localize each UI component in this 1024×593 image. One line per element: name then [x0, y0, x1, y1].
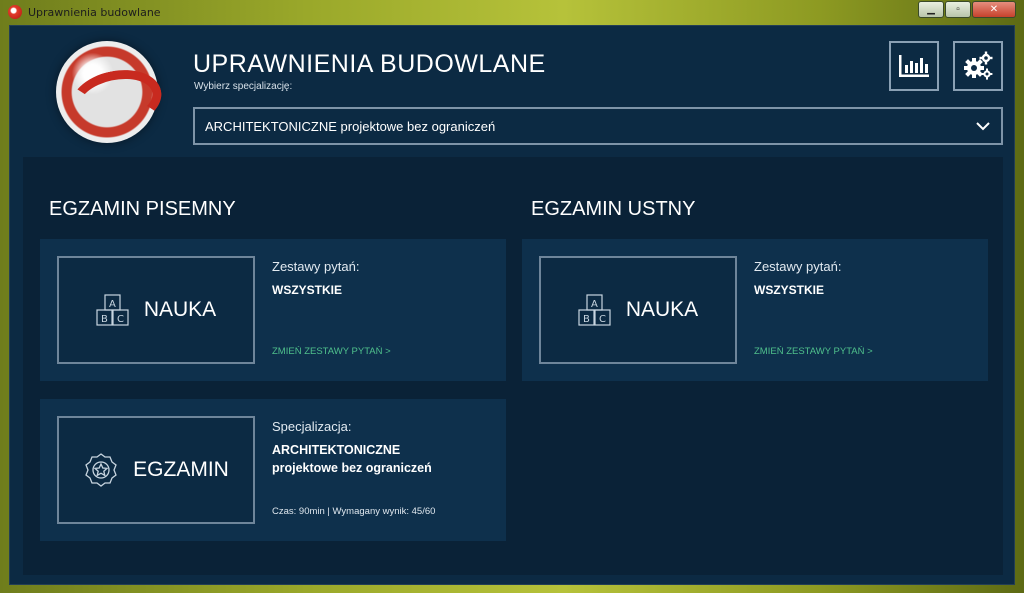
oral-exam-title: EGZAMIN USTNY — [531, 198, 696, 220]
svg-text:C: C — [117, 314, 124, 325]
exam-spec-line1: ARCHITEKTONICZNE — [272, 443, 401, 457]
window-controls: ▁ ▫ ✕ — [917, 1, 1016, 18]
written-study-card: ABC NAUKA Zestawy pytań: WSZYSTKIE ZMIEŃ… — [40, 239, 506, 381]
written-exam-card: EGZAMIN Specjalizacja: ARCHITEKTONICZNE … — [40, 399, 506, 541]
exam-spec-value: ARCHITEKTONICZNE projektowe bez ogranicz… — [272, 441, 432, 477]
oral-study-button[interactable]: ABC NAUKA — [539, 256, 737, 364]
svg-text:B: B — [101, 314, 108, 325]
settings-button[interactable] — [953, 41, 1003, 91]
maximize-button[interactable]: ▫ — [945, 1, 971, 18]
specialization-selected-value: ARCHITEKTONICZNE projektowe bez ogranicz… — [205, 118, 496, 134]
app-logo — [56, 41, 158, 143]
svg-text:A: A — [109, 299, 116, 310]
exams-panel: EGZAMIN PISEMNY ABC NAUKA Zestawy pytań:… — [23, 157, 1003, 575]
gears-icon — [964, 51, 993, 80]
specialization-select[interactable]: ARCHITEKTONICZNE projektowe bez ogranicz… — [193, 107, 1003, 145]
specialization-prompt: Wybierz specjalizację: — [194, 81, 293, 92]
written-exam-title: EGZAMIN PISEMNY — [49, 198, 236, 220]
oral-study-label: NAUKA — [625, 298, 699, 321]
oral-study-card: ABC NAUKA Zestawy pytań: WSZYSTKIE ZMIEŃ… — [522, 239, 988, 381]
window-titlebar: Uprawnienia budowlane ▁ ▫ ✕ — [0, 0, 1024, 24]
oral-sets-label: Zestawy pytań: — [754, 259, 842, 274]
statistics-button[interactable] — [889, 41, 939, 91]
abc-blocks-icon: AB C — [578, 294, 611, 326]
app-icon — [8, 5, 22, 19]
exam-spec-label: Specjalizacja: — [272, 419, 352, 434]
award-badge-icon — [85, 453, 117, 487]
oral-sets-value: WSZYSTKIE — [754, 283, 825, 297]
written-change-sets-link[interactable]: ZMIEŃ ZESTAWY PYTAŃ > — [272, 346, 391, 357]
svg-text:A: A — [591, 299, 598, 310]
app-client-area: UPRAWNIENIA BUDOWLANE Wybierz specjaliza… — [9, 25, 1015, 585]
written-exam-label: EGZAMIN — [133, 458, 229, 481]
minimize-button[interactable]: ▁ — [918, 1, 944, 18]
window-title: Uprawnienia budowlane — [28, 5, 161, 19]
written-study-label: NAUKA — [143, 298, 217, 321]
exam-details: Czas: 90min | Wymagany wynik: 45/60 — [272, 506, 436, 517]
chevron-down-icon — [976, 122, 990, 131]
bar-chart-icon — [899, 55, 929, 77]
page-title: UPRAWNIENIA BUDOWLANE — [193, 50, 546, 78]
abc-blocks-icon: AB C — [96, 294, 129, 326]
written-sets-label: Zestawy pytań: — [272, 259, 360, 274]
oral-change-sets-link[interactable]: ZMIEŃ ZESTAWY PYTAŃ > — [754, 346, 873, 357]
svg-text:C: C — [599, 314, 606, 325]
written-study-button[interactable]: ABC NAUKA — [57, 256, 255, 364]
exam-spec-line2: projektowe bez ograniczeń — [272, 461, 432, 475]
written-exam-button[interactable]: EGZAMIN — [57, 416, 255, 524]
written-sets-value: WSZYSTKIE — [272, 283, 343, 297]
close-button[interactable]: ✕ — [972, 1, 1016, 18]
svg-text:B: B — [583, 314, 590, 325]
